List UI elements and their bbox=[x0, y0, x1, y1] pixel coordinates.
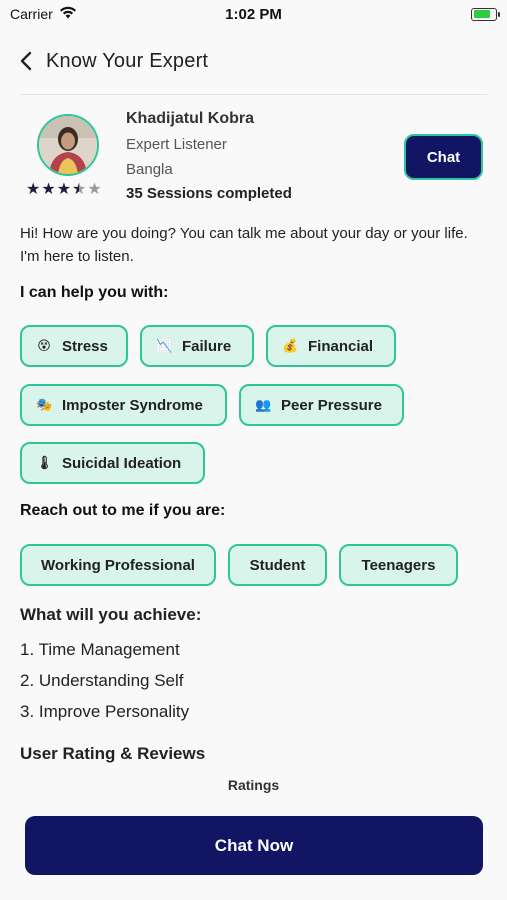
help-chip-failure[interactable]: 📉 Failure bbox=[140, 325, 254, 367]
battery-icon bbox=[471, 7, 500, 21]
audience-chip-student[interactable]: Student bbox=[228, 544, 327, 586]
help-chip-suicidal-ideation[interactable]: 🌡 Suicidal Ideation bbox=[20, 442, 205, 484]
chat-button[interactable]: Chat bbox=[404, 134, 483, 180]
star-half-icon: ★ bbox=[72, 181, 87, 198]
failure-icon: 📉 bbox=[156, 338, 173, 353]
star-rating: ★ ★ ★ ★ ★ bbox=[26, 182, 102, 198]
audience-chip-teenagers[interactable]: Teenagers bbox=[339, 544, 458, 586]
chip-label: Imposter Syndrome bbox=[62, 396, 203, 414]
sessions-count: 35 Sessions completed bbox=[126, 185, 292, 202]
thermometer-icon: 🌡 bbox=[36, 455, 53, 470]
nav-header: Know Your Expert bbox=[0, 44, 507, 78]
expert-profile: ★ ★ ★ ★ ★ Khadijatul Kobra Expert Listen… bbox=[20, 108, 487, 204]
wifi-icon bbox=[59, 6, 77, 22]
chip-label: Peer Pressure bbox=[281, 396, 382, 414]
achieve-section-title: What will you achieve: bbox=[20, 605, 202, 624]
star-icon: ★ bbox=[26, 181, 41, 198]
achieve-item: 2. Understanding Self bbox=[20, 671, 184, 690]
dizzy-face-icon: 😵 bbox=[37, 338, 51, 353]
expert-bio: Hi! How are you doing? You can talk me a… bbox=[20, 225, 468, 265]
divider bbox=[20, 94, 487, 95]
expert-name: Khadijatul Kobra bbox=[126, 110, 255, 127]
chip-label: Financial bbox=[308, 337, 374, 355]
people-icon: 👥 bbox=[255, 397, 272, 412]
carrier-label: Carrier bbox=[10, 6, 53, 22]
status-left: Carrier bbox=[10, 6, 77, 22]
expert-language: Bangla bbox=[126, 161, 173, 178]
chip-label: Failure bbox=[182, 337, 232, 355]
page-title: Know Your Expert bbox=[46, 49, 209, 72]
mask-icon: 🎭 bbox=[36, 397, 53, 412]
star-icon: ★ bbox=[56, 181, 72, 198]
help-chip-stress[interactable]: 😵 Stress bbox=[20, 325, 128, 367]
reach-section-title: Reach out to me if you are: bbox=[20, 502, 226, 519]
reviews-section-title: User Rating & Reviews bbox=[20, 744, 206, 763]
chip-label: Stress bbox=[62, 337, 108, 355]
help-chip-peer-pressure[interactable]: 👥 Peer Pressure bbox=[239, 384, 404, 426]
status-bar: Carrier 1:02 PM bbox=[0, 0, 507, 28]
star-empty-icon: ★ bbox=[87, 181, 102, 198]
avatar bbox=[37, 114, 99, 176]
chip-label: Suicidal Ideation bbox=[62, 454, 182, 472]
help-chip-imposter-syndrome[interactable]: 🎭 Imposter Syndrome bbox=[20, 384, 227, 426]
help-chip-financial[interactable]: 💰 Financial bbox=[266, 325, 396, 367]
chat-now-button[interactable]: Chat Now bbox=[25, 816, 483, 875]
ratings-label: Ratings bbox=[227, 777, 280, 793]
money-icon: 💰 bbox=[282, 338, 299, 353]
achieve-item: 3. Improve Personality bbox=[20, 702, 190, 721]
achieve-item: 1. Time Management bbox=[20, 640, 180, 659]
help-section-title: I can help you with: bbox=[20, 284, 169, 301]
audience-chip-working-professional[interactable]: Working Professional bbox=[20, 544, 216, 586]
chevron-left-icon[interactable] bbox=[14, 49, 38, 73]
expert-role: Expert Listener bbox=[126, 136, 227, 153]
star-icon: ★ bbox=[41, 181, 56, 198]
